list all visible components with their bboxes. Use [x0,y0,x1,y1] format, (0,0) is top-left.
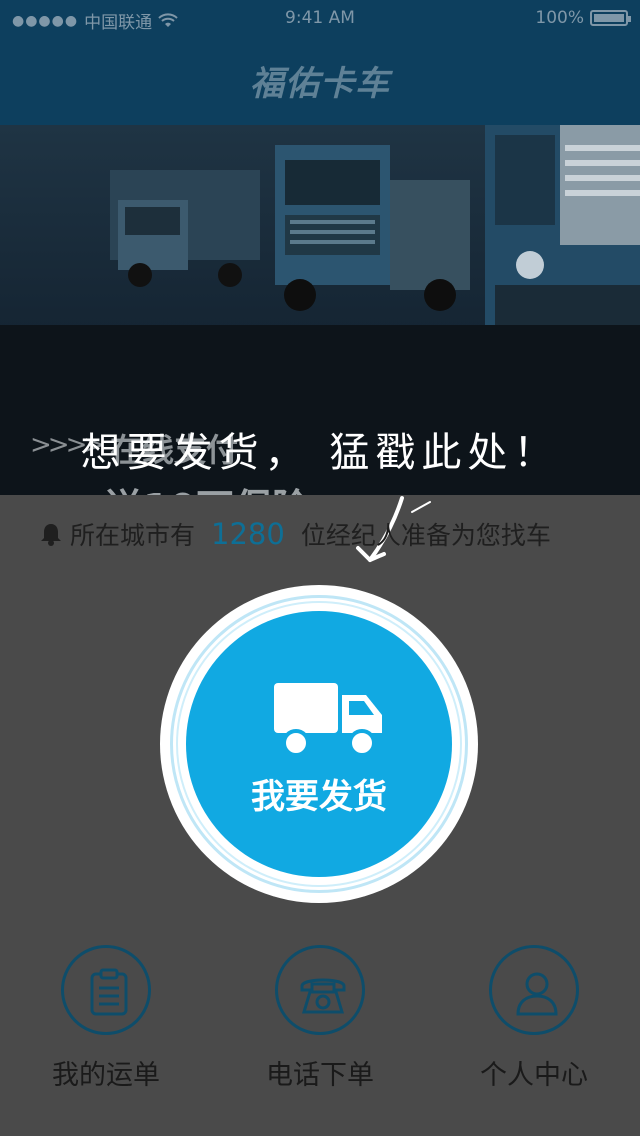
info-suffix: 位经纪人准备为您找车 [300,521,551,550]
tab-label: 电话下单 [266,1060,374,1091]
truck-icon [274,683,382,757]
top-bar: ●●●●● 中国联通 9:41 AM 100% 福佑卡车 [0,0,640,125]
tab-label: 我的运单 [52,1060,160,1091]
main-action-ring: 我要发货 [160,585,478,903]
tab-my-orders[interactable]: 我的运单 [6,945,206,1095]
person-icon [516,972,558,1016]
bell-icon [41,524,61,546]
broker-count-info: 所在城市有 1280 位经纪人准备为您找车 [40,516,551,552]
tab-phone-order[interactable]: 电话下单 [220,945,420,1095]
battery-icon [590,10,631,26]
banner-line2: 送10万保险 [105,477,310,495]
phone-icon [300,978,346,1014]
ship-goods-button[interactable]: 我要发货 [186,611,452,877]
info-prefix: 所在城市有 [70,521,196,550]
tab-label: 个人中心 [480,1060,588,1091]
clipboard-icon [90,968,128,1016]
status-bar: ●●●●● 中国联通 9:41 AM 100% [0,0,640,40]
battery-percent: 100% [535,8,584,28]
tab-icon-circle [275,945,365,1035]
overlay-hint: 想要发货， 猛戳此处！ [80,430,560,476]
app-title: 福佑卡车 [250,64,390,104]
broker-count: 1280 [211,517,285,551]
tab-personal-center[interactable]: 个人中心 [434,945,634,1095]
tab-icon-circle [61,945,151,1035]
ship-goods-label: 我要发货 [251,777,387,817]
tab-icon-circle [489,945,579,1035]
